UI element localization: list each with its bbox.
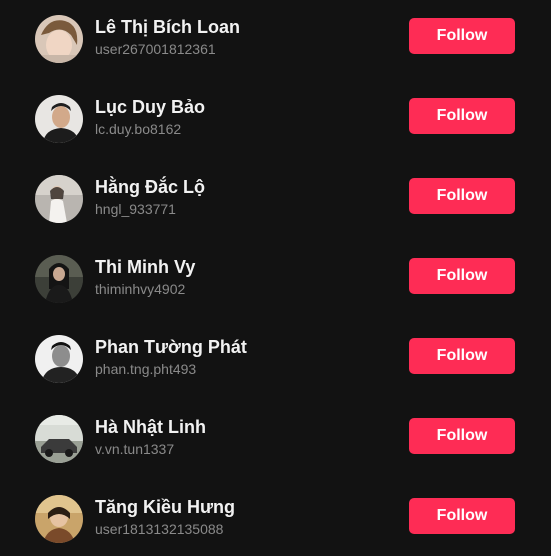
follow-button[interactable]: Follow xyxy=(409,98,515,134)
user-name[interactable]: Lục Duy Bảo xyxy=(95,96,205,118)
user-row: Hằng Đắc Lộ hngl_933771 Follow xyxy=(0,175,551,255)
profile-photo xyxy=(35,175,83,223)
profile-photo xyxy=(35,255,83,303)
user-row: Hà Nhật Linh v.vn.tun1337 Follow xyxy=(0,415,551,495)
user-handle: lc.duy.bo8162 xyxy=(95,121,182,137)
user-row: Lục Duy Bảo lc.duy.bo8162 Follow xyxy=(0,95,551,175)
avatar[interactable] xyxy=(35,175,83,223)
suggested-accounts-list: Lê Thị Bích Loan user267001812361 Follow… xyxy=(0,0,551,556)
follow-button[interactable]: Follow xyxy=(409,418,515,454)
profile-photo xyxy=(35,415,83,463)
user-name[interactable]: Hà Nhật Linh xyxy=(95,416,206,438)
user-row: Tăng Kiều Hưng user1813132135088 Follow xyxy=(0,495,551,556)
user-name[interactable]: Thi Minh Vy xyxy=(95,256,195,278)
user-name[interactable]: Hằng Đắc Lộ xyxy=(95,176,205,198)
user-handle: hngl_933771 xyxy=(95,201,176,217)
follow-button[interactable]: Follow xyxy=(409,498,515,534)
user-handle: phan.tng.pht493 xyxy=(95,361,197,377)
user-name[interactable]: Phan Tường Phát xyxy=(95,336,247,358)
avatar[interactable] xyxy=(35,495,83,543)
follow-button[interactable]: Follow xyxy=(409,258,515,294)
profile-photo xyxy=(35,95,83,143)
profile-photo xyxy=(35,495,83,543)
follow-button[interactable]: Follow xyxy=(409,18,515,54)
avatar[interactable] xyxy=(35,415,83,463)
user-handle: user267001812361 xyxy=(95,41,216,57)
profile-photo xyxy=(35,335,83,383)
user-row: Lê Thị Bích Loan user267001812361 Follow xyxy=(0,15,551,95)
user-row: Thi Minh Vy thiminhvy4902 Follow xyxy=(0,255,551,335)
user-name[interactable]: Lê Thị Bích Loan xyxy=(95,16,240,38)
user-handle: thiminhvy4902 xyxy=(95,281,186,297)
profile-photo xyxy=(35,15,83,63)
avatar[interactable] xyxy=(35,255,83,303)
follow-button[interactable]: Follow xyxy=(409,338,515,374)
user-name[interactable]: Tăng Kiều Hưng xyxy=(95,496,235,518)
avatar[interactable] xyxy=(35,15,83,63)
follow-button[interactable]: Follow xyxy=(409,178,515,214)
avatar[interactable] xyxy=(35,95,83,143)
user-row: Phan Tường Phát phan.tng.pht493 Follow xyxy=(0,335,551,415)
user-handle: user1813132135088 xyxy=(95,521,224,537)
avatar[interactable] xyxy=(35,335,83,383)
user-handle: v.vn.tun1337 xyxy=(95,441,175,457)
